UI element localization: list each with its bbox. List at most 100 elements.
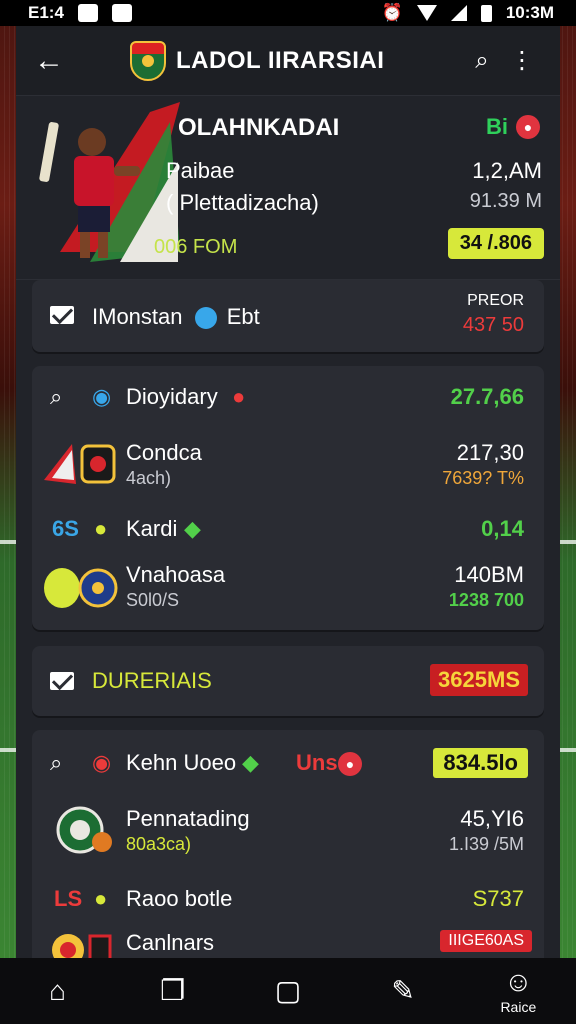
arrow-left-icon[interactable]: ← (34, 44, 74, 78)
monstan-tag: Ebt (226, 304, 260, 329)
list-item-value: 0,14 (481, 516, 524, 541)
list-item-subtitle: S0l0/S (126, 590, 180, 610)
status-time-left: E1:4 (28, 3, 64, 22)
nav-profile-label: Raice (500, 999, 537, 1015)
player-value: 1,2,AM (472, 158, 542, 183)
list-item-lead: 6S (52, 516, 79, 541)
signal-icon (450, 5, 467, 21)
list-item-subvalue: 1.I39 /5M (448, 834, 524, 854)
monstan-label: IMonstan (92, 304, 183, 329)
list-item-subtitle: 80a3ca) (126, 834, 192, 854)
list-item-value: 140BM (454, 562, 524, 587)
monstan-right-top: PREOR (467, 292, 524, 309)
list-item[interactable]: Pennatading 80a3ca) 45,YI6 1.I39 /5M (32, 806, 544, 862)
team-logo-icon (44, 568, 118, 608)
list-item-value: IIIGE60AS (440, 930, 532, 952)
edit-icon: ✎ (391, 975, 415, 1006)
shield-icon: ◆ (242, 750, 259, 775)
list-item-title: Vnahoasa (126, 562, 226, 587)
wifi-icon (416, 5, 437, 21)
player-rating-pill[interactable]: 34 /.806 (447, 228, 544, 259)
home-icon: ⌂ (49, 975, 67, 1006)
search-icon[interactable]: ⌕ (462, 47, 502, 75)
ball-icon: ● (94, 516, 108, 541)
notification-icon (77, 4, 98, 22)
list-item[interactable]: ⌕ ◉ Kehn Uoeo ◆ Uns ● 834.5lo (32, 748, 544, 780)
list-item-title: Kehn Uoeo (126, 750, 237, 775)
team-badge-icon: ◉ (92, 750, 112, 775)
list-item-lead: LS (54, 886, 83, 911)
list-item-title: Kardi (126, 516, 178, 541)
status-time-right: 10:3M (505, 3, 554, 22)
more-vertical-icon[interactable]: ⋮ (502, 46, 542, 75)
list-item-value: 217,30 (456, 440, 524, 465)
list-item[interactable]: Canlnars IIIGE60AS (32, 930, 544, 958)
durerials-card[interactable]: DURERIAIS 3625MS (32, 646, 544, 716)
nav-edit[interactable]: ✎ (368, 976, 438, 1006)
fixtures-card: ⌕ ◉ Kehn Uoeo ◆ Uns ● 834.5lo Pennatadin… (32, 730, 544, 958)
profile-icon: ☺ (504, 966, 533, 997)
team-logo-icon (52, 934, 112, 958)
player-name: OLAHNKADAI (178, 114, 340, 141)
list-item-tag: Uns (296, 750, 338, 775)
list-item-value: 834.5lo (433, 748, 528, 778)
list-item-title: Condca (126, 440, 202, 465)
list-item-title: Dioyidary (126, 384, 218, 409)
alarm-icon: ⏰ (381, 3, 403, 22)
list-item[interactable]: ⌕ ◉ Dioyidary ● 27.7,66 (32, 384, 544, 414)
nav-profile[interactable]: ☺ Raice (483, 966, 553, 1016)
matches-card: ⌕ ◉ Dioyidary ● 27.7,66 Condca 4ach) 217… (32, 366, 544, 630)
player-team-detail: ( Plettadizacha) (166, 190, 319, 215)
player-hero: OLAHNKADAI Bi ● Paibae ( Plettadizacha) … (16, 96, 560, 280)
info-icon: ◉ (92, 384, 112, 409)
monstan-right-bottom: 437 50 (462, 314, 524, 336)
list-item-title: Pennatading (126, 806, 250, 831)
cards-icon: ❐ (160, 975, 186, 1006)
ball-icon: ● (94, 886, 108, 911)
list-item-subvalue: 7639? T% (442, 468, 524, 488)
list-item[interactable]: 6S ● Kardi ◆ 0,14 (32, 516, 544, 546)
nav-cards[interactable]: ❐ (138, 976, 208, 1006)
player-form: 006 FOM (154, 236, 238, 258)
list-item-value: S737 (472, 886, 524, 911)
monstan-card[interactable]: IMonstan Ebt PREOR 437 50 (32, 280, 544, 352)
club-logo-icon (130, 40, 166, 81)
list-item-value: 27.7,66 (450, 384, 524, 409)
list-item[interactable]: Vnahoasa S0l0/S 140BM 1238 700 (32, 562, 544, 618)
list-item-title: Canlnars (126, 930, 215, 955)
top-app-bar: ← LADOL IIRARSIAI ⌕ ⋮ (16, 26, 560, 96)
info-icon (194, 307, 217, 330)
team-logo-icon (44, 444, 116, 484)
shield-icon: ◆ (184, 516, 201, 541)
status-bar: E1:4 ⏰ 10:3M (0, 0, 576, 26)
durerials-label: DURERIAIS (92, 668, 212, 693)
search-icon: ⌕ (50, 384, 63, 409)
square-icon: ▢ (274, 975, 302, 1006)
list-item[interactable]: Condca 4ach) 217,30 7639? T% (32, 440, 544, 496)
list-item-title: Raoo botle (126, 886, 233, 911)
app-window: ← LADOL IIRARSIAI ⌕ ⋮ OLAHNKADAI Bi ● Pa… (16, 26, 560, 958)
list-item[interactable]: LS ● Raoo botle S737 (32, 886, 544, 916)
alert-icon[interactable]: ● (516, 115, 540, 139)
app-notification-icon (111, 4, 132, 22)
list-item-subvalue: 1238 700 (448, 590, 524, 610)
player-badge: Bi ● (486, 114, 540, 140)
list-item-value: 45,YI6 (460, 806, 524, 831)
nav-square[interactable]: ▢ (253, 976, 323, 1006)
flag-icon (50, 672, 74, 690)
page-title: LADOL IIRARSIAI (176, 46, 385, 74)
player-value-secondary: 91.39 M (469, 190, 542, 212)
mail-icon (50, 306, 74, 324)
badge-code: Bi (486, 114, 508, 139)
team-logo-icon (56, 806, 112, 854)
fire-icon: ● (232, 384, 246, 409)
durerials-value: 3625MS (430, 664, 528, 696)
stadium-background-right (558, 0, 576, 1024)
alert-icon: ● (338, 752, 362, 776)
list-item-subtitle: 4ach) (126, 468, 172, 488)
bottom-navigation: ⌂ ❐ ▢ ✎ ☺ Raice (0, 958, 576, 1024)
battery-icon (480, 4, 492, 22)
search-icon: ⌕ (50, 750, 63, 775)
player-team: Paibae (166, 158, 235, 183)
nav-home[interactable]: ⌂ (23, 976, 93, 1006)
